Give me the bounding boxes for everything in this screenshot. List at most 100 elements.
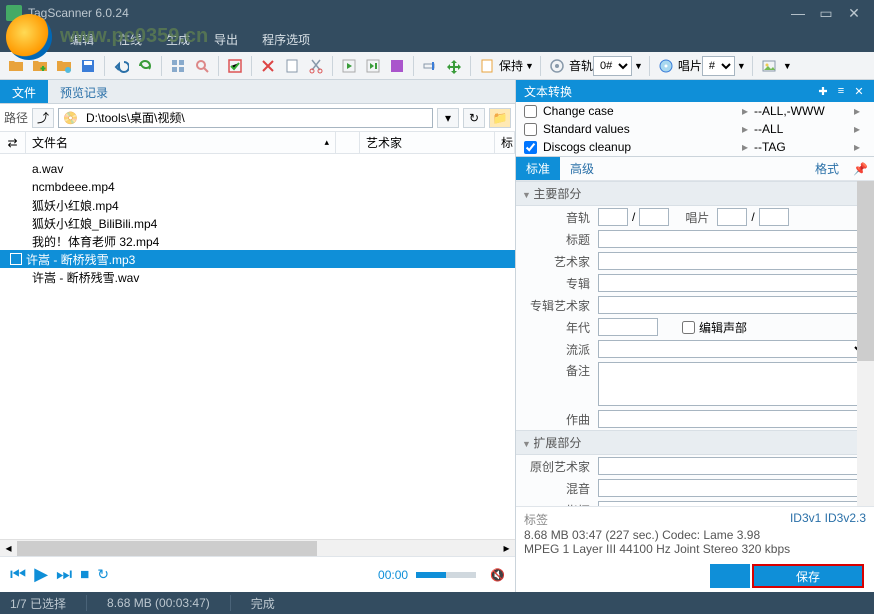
prev-button[interactable]: ⏮ bbox=[10, 564, 26, 585]
horizontal-scrollbar[interactable]: ◂▸ bbox=[0, 539, 515, 556]
vertical-scrollbar[interactable] bbox=[857, 181, 874, 506]
convert-checkbox[interactable] bbox=[524, 123, 537, 136]
rename-icon[interactable] bbox=[419, 55, 441, 77]
col-flag[interactable] bbox=[336, 132, 360, 153]
track-field[interactable] bbox=[598, 208, 628, 226]
maximize-button[interactable]: ▭ bbox=[812, 4, 840, 22]
path-up-button[interactable]: ⤴ bbox=[32, 108, 54, 128]
track-total-field[interactable] bbox=[639, 208, 669, 226]
convert-item[interactable]: Change case ▸--ALL,-WWW▸ bbox=[516, 102, 874, 120]
list-item[interactable]: 狐妖小红娘_BiliBili.mp4 bbox=[0, 214, 515, 232]
track-dropdown-icon[interactable]: ▼ bbox=[632, 61, 645, 71]
convert-item[interactable]: Discogs cleanup ▸--TAG▸ bbox=[516, 138, 874, 156]
repeat-button[interactable]: ↻ bbox=[97, 566, 109, 583]
col-filename[interactable]: 文件名▴ bbox=[26, 132, 336, 153]
remark-field[interactable] bbox=[598, 362, 868, 406]
id3v1-link[interactable]: ID3v1 bbox=[790, 511, 821, 525]
orig-artist-field[interactable] bbox=[598, 457, 868, 475]
convert-checkbox[interactable] bbox=[524, 141, 537, 154]
compilation-checkbox[interactable] bbox=[682, 321, 695, 334]
image-icon[interactable] bbox=[758, 55, 780, 77]
disc-total-field[interactable] bbox=[759, 208, 789, 226]
doc-icon[interactable] bbox=[281, 55, 303, 77]
list-item[interactable]: 许嵩 - 断桥残雪.mp3 bbox=[0, 250, 515, 268]
tab-file[interactable]: 文件 bbox=[0, 80, 48, 103]
folder-sub-icon[interactable] bbox=[53, 55, 75, 77]
path-bar: 路径 ⤴ 📀D:\tools\桌面\视频\ ▾ ↻ 📁 bbox=[0, 104, 515, 132]
select-all-icon[interactable] bbox=[224, 55, 246, 77]
save-button[interactable]: 保存 bbox=[752, 564, 864, 588]
image-dropdown-icon[interactable]: ▼ bbox=[781, 61, 794, 71]
stop-button[interactable]: ⏹ bbox=[80, 564, 89, 585]
convert-item[interactable]: Standard values ▸--ALL▸ bbox=[516, 120, 874, 138]
convert-checkbox[interactable] bbox=[524, 105, 537, 118]
tagtab-standard[interactable]: 标准 bbox=[516, 157, 560, 180]
tab-preview[interactable]: 预览记录 bbox=[48, 80, 120, 103]
menu-export[interactable]: 导出 bbox=[202, 31, 250, 48]
grid-icon[interactable] bbox=[167, 55, 189, 77]
play-small-icon[interactable] bbox=[338, 55, 360, 77]
album-number-select[interactable]: # bbox=[702, 56, 735, 76]
keep-icon[interactable] bbox=[476, 55, 498, 77]
play-button[interactable]: ▶ bbox=[34, 564, 48, 585]
track-icon[interactable] bbox=[546, 55, 568, 77]
delete-icon[interactable] bbox=[257, 55, 279, 77]
composer-field[interactable] bbox=[598, 410, 868, 428]
path-input[interactable]: 📀D:\tools\桌面\视频\ bbox=[58, 108, 433, 128]
save-aux-button[interactable] bbox=[710, 564, 750, 588]
panel-close-icon[interactable]: ✕ bbox=[852, 84, 866, 98]
save-icon[interactable] bbox=[77, 55, 99, 77]
keep-dropdown-icon[interactable]: ▼ bbox=[523, 61, 536, 71]
album-dropdown-icon[interactable]: ▼ bbox=[735, 61, 748, 71]
track-label: 音轨 bbox=[569, 57, 593, 74]
fileinfo-line1: 8.68 MB 03:47 (227 sec.) Codec: Lame 3.9… bbox=[524, 528, 866, 542]
col-shuffle[interactable]: ⇄ bbox=[0, 132, 26, 153]
search-icon[interactable] bbox=[191, 55, 213, 77]
pin-icon[interactable]: 📌 bbox=[847, 162, 874, 176]
id3v23-link[interactable]: ID3v2.3 bbox=[825, 511, 866, 525]
disc-field[interactable] bbox=[717, 208, 747, 226]
undo-icon[interactable] bbox=[110, 55, 132, 77]
panel-menu-icon[interactable]: ≡ bbox=[834, 84, 848, 98]
path-history-button[interactable]: ▾ bbox=[437, 108, 459, 128]
format-link[interactable]: 格式 bbox=[815, 160, 847, 177]
list-item[interactable]: 许嵩 - 断桥残雪.wav bbox=[0, 268, 515, 286]
year-field[interactable] bbox=[598, 318, 658, 336]
file-list[interactable]: a.wav ncmbdeee.mp4 狐妖小红娘.mp4 狐妖小红娘_BiliB… bbox=[0, 154, 515, 539]
col-artist[interactable]: 艺术家 bbox=[360, 132, 495, 153]
section-main[interactable]: 主要部分 bbox=[516, 181, 874, 206]
list-item[interactable]: 我的！体育老师 32.mp4 bbox=[0, 232, 515, 250]
col-tag[interactable]: 标 bbox=[495, 132, 515, 153]
genre-select[interactable] bbox=[598, 340, 868, 358]
list-item[interactable]: a.wav bbox=[0, 160, 515, 178]
close-button[interactable]: ✕ bbox=[840, 4, 868, 22]
artist-field[interactable] bbox=[598, 252, 868, 270]
move-icon[interactable] bbox=[443, 55, 465, 77]
status-bar: 1/7 已选择 8.68 MB (00:03:47) 完成 bbox=[0, 592, 874, 614]
album-field[interactable] bbox=[598, 274, 868, 292]
path-refresh-button[interactable]: ↻ bbox=[463, 108, 485, 128]
mixer-field[interactable] bbox=[598, 479, 868, 497]
conductor-field[interactable] bbox=[598, 501, 868, 506]
list-item[interactable]: ncmbdeee.mp4 bbox=[0, 178, 515, 196]
panel-add-icon[interactable]: ✚ bbox=[816, 84, 830, 98]
refresh-icon[interactable] bbox=[134, 55, 156, 77]
checkbox-icon[interactable] bbox=[10, 253, 22, 265]
album-icon[interactable] bbox=[655, 55, 677, 77]
enqueue-icon[interactable] bbox=[362, 55, 384, 77]
tagtab-advanced[interactable]: 高级 bbox=[560, 157, 604, 180]
progress-bar[interactable] bbox=[416, 572, 476, 578]
minimize-button[interactable]: — bbox=[784, 4, 812, 22]
next-button[interactable]: ⏭ bbox=[56, 564, 72, 585]
tag-tabs: 标准 高级 格式 📌 bbox=[516, 157, 874, 181]
title-field[interactable] bbox=[598, 230, 868, 248]
list-item[interactable]: 狐妖小红娘.mp4 bbox=[0, 196, 515, 214]
cut-icon[interactable] bbox=[305, 55, 327, 77]
track-number-select[interactable]: 0# bbox=[593, 56, 632, 76]
menu-options[interactable]: 程序选项 bbox=[250, 31, 868, 48]
volume-icon[interactable]: 🔇 bbox=[490, 568, 505, 582]
album-artist-field[interactable] bbox=[598, 296, 868, 314]
path-browse-button[interactable]: 📁 bbox=[489, 108, 511, 128]
section-ext[interactable]: 扩展部分 bbox=[516, 430, 874, 455]
playlist-icon[interactable] bbox=[386, 55, 408, 77]
